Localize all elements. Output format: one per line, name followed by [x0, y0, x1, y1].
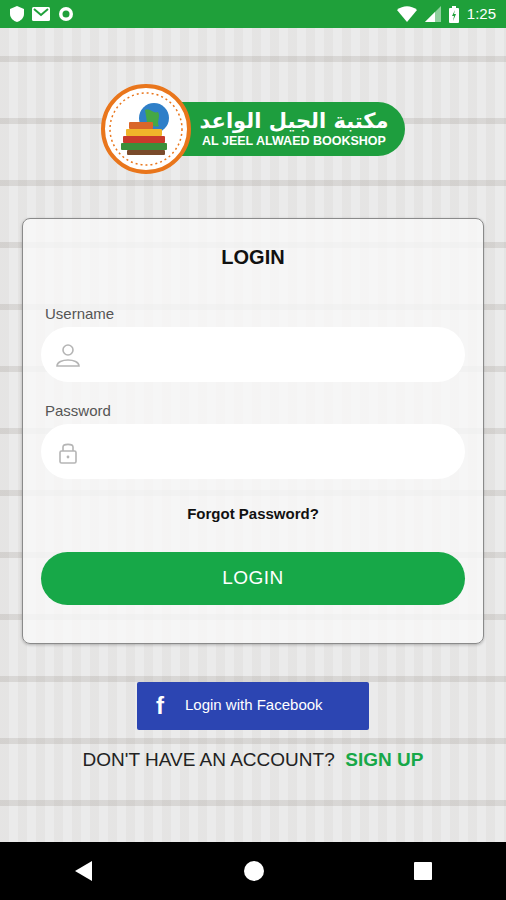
username-input[interactable] [97, 331, 447, 379]
clock: 1:25 [467, 0, 496, 28]
field-label: Username [45, 305, 465, 323]
signup-prompt: DON'T HAVE AN ACCOUNT? [83, 749, 335, 770]
login-card: LOGIN UsernamePassword Forgot Password? … [22, 218, 484, 644]
signup-line: DON'T HAVE AN ACCOUNT? SIGN UP [0, 746, 506, 775]
home-icon[interactable] [243, 860, 265, 882]
status-bar: 1:25 [0, 0, 506, 28]
system-navigation-bar [0, 842, 506, 900]
signal-icon [425, 6, 441, 22]
lock-icon [55, 439, 81, 465]
back-icon[interactable] [74, 860, 94, 882]
shield-icon [10, 6, 24, 22]
facebook-login-button[interactable]: f Login with Facebook [137, 682, 369, 730]
recents-icon[interactable] [414, 862, 432, 880]
login-button[interactable]: LOGIN [41, 552, 465, 605]
password-input[interactable] [97, 428, 447, 476]
signup-link[interactable]: SIGN UP [345, 749, 423, 770]
username-field-group: Username [41, 305, 465, 382]
sync-icon [58, 6, 74, 22]
logo-english-name: AL JEEL ALWAED BOOKSHOP [202, 134, 386, 149]
facebook-login-label: Login with Facebook [185, 694, 323, 717]
forgot-password-link[interactable]: Forgot Password? [187, 503, 319, 526]
login-title: LOGIN [41, 245, 465, 269]
field-label: Password [45, 402, 465, 420]
input-box [41, 327, 465, 382]
password-field-group: Password [41, 402, 465, 479]
input-box [41, 424, 465, 479]
logo-arabic-name: مكتبة الجيل الواعد [199, 109, 388, 133]
wifi-icon [397, 6, 417, 22]
mail-icon [32, 7, 50, 21]
person-icon [55, 342, 81, 368]
bookshop-logo-icon [101, 84, 191, 174]
facebook-icon: f [151, 694, 169, 718]
logo: مكتبة الجيل الواعد AL JEEL ALWAED BOOKSH… [0, 28, 506, 174]
battery-icon [449, 6, 459, 23]
